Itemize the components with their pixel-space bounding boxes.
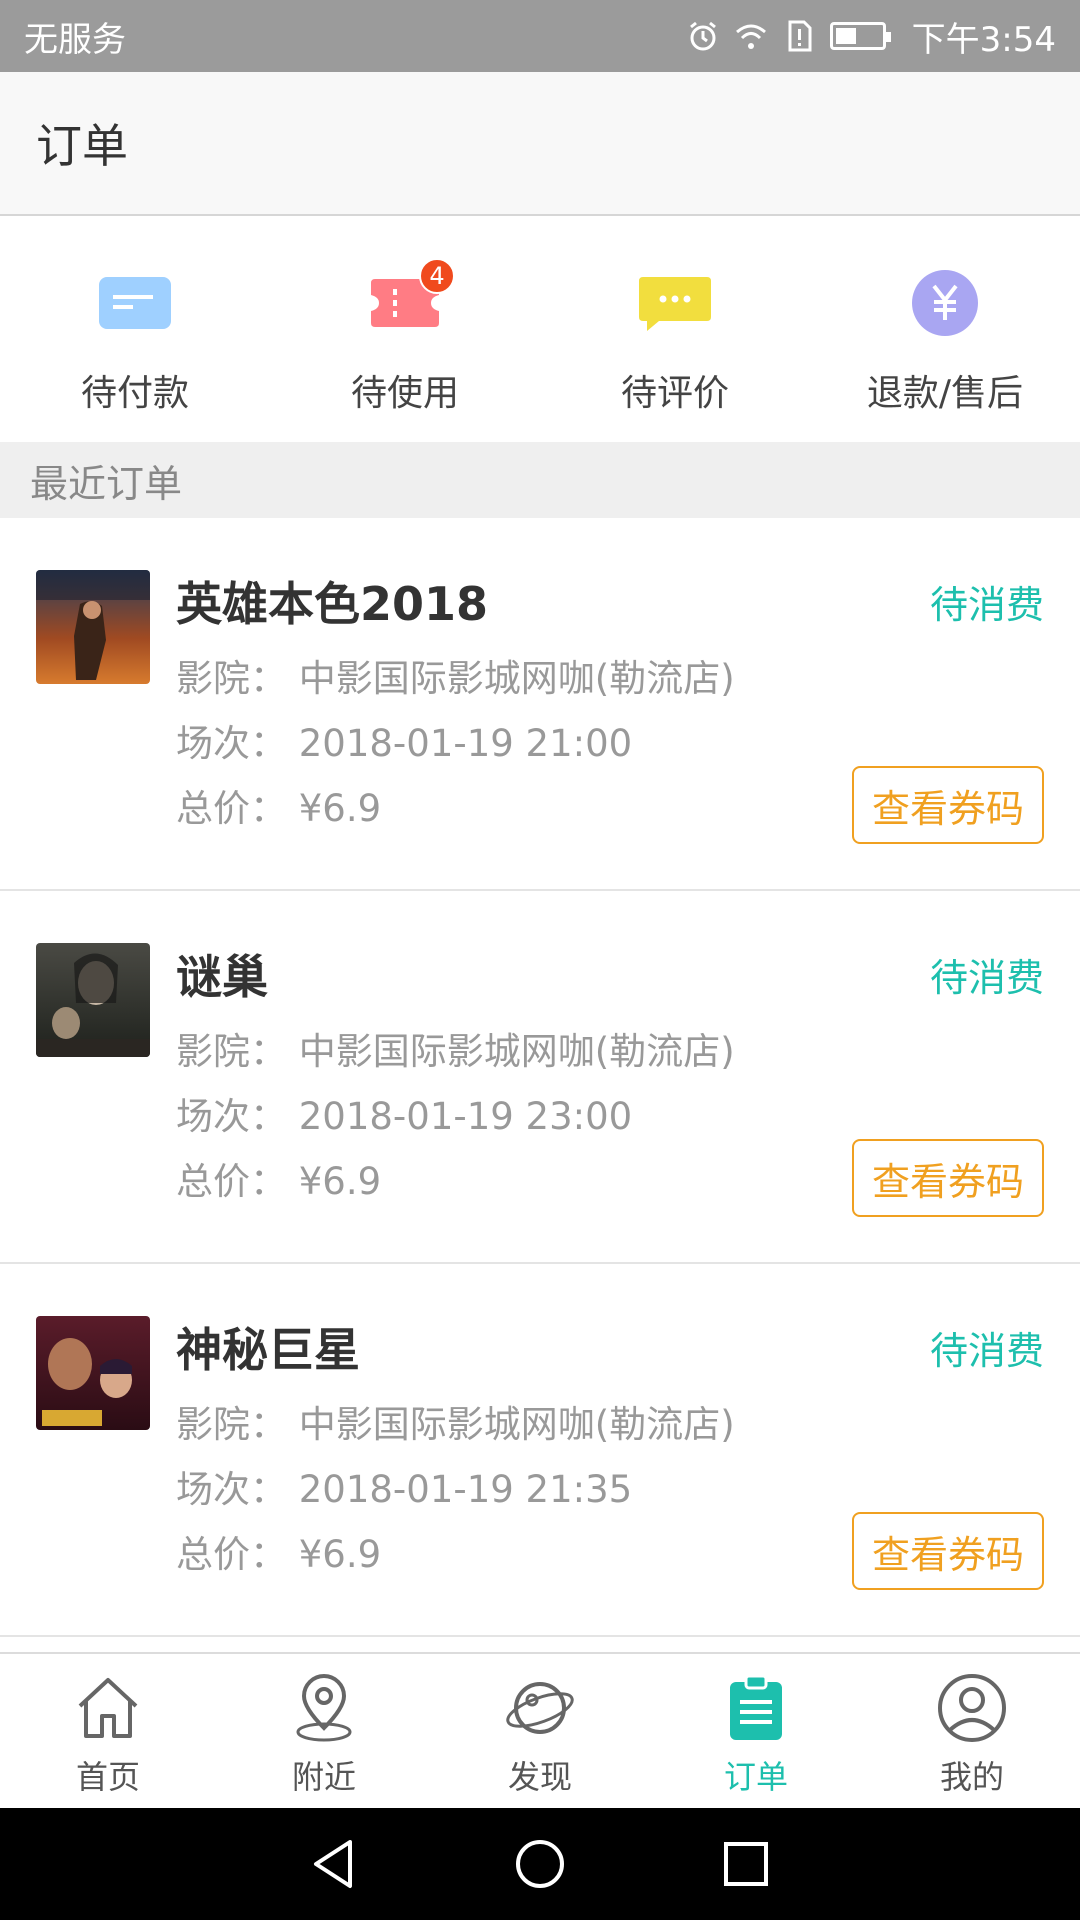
recent-orders-header: 最近订单: [0, 442, 1080, 518]
user-icon: [938, 1674, 1006, 1742]
view-ticket-code-button[interactable]: 查看券码: [852, 1139, 1044, 1217]
planet-icon: [506, 1682, 574, 1734]
category-pending-payment[interactable]: 待付款: [0, 222, 270, 442]
carrier-text: 无服务: [24, 19, 126, 60]
tab-label: 发现: [507, 1758, 572, 1796]
tab-label: 订单: [723, 1758, 788, 1796]
tab-home[interactable]: 首页: [0, 1654, 216, 1808]
tab-profile[interactable]: 我的: [864, 1654, 1080, 1808]
tab-label: 我的: [939, 1758, 1004, 1796]
pending-count-badge: 4: [419, 258, 455, 294]
movie-poster-image: [36, 570, 150, 684]
alarm-icon: [689, 21, 716, 51]
sim-alert-icon: [788, 20, 812, 52]
yen-icon: [907, 270, 983, 336]
category-refund[interactable]: 退款/售后: [810, 222, 1080, 442]
price-text: 总价： ¥6.9: [176, 1533, 382, 1576]
comment-icon: [637, 270, 713, 336]
order-item[interactable]: 谜巢 待消费 影院： 中影国际影城网咖(勒流店) 场次： 2018-01-19 …: [0, 891, 1080, 1264]
movie-title: 神秘巨星: [176, 1323, 360, 1377]
ticket-icon: 4: [367, 258, 455, 336]
recents-icon[interactable]: [718, 1836, 774, 1892]
page-title: 订单: [36, 119, 128, 173]
price-text: 总价： ¥6.9: [176, 787, 382, 830]
system-nav-bar: [0, 1808, 1080, 1920]
wallet-icon: [97, 270, 173, 336]
showtime-text: 场次： 2018-01-19 21:00: [176, 722, 633, 765]
category-to-use[interactable]: 4 待使用: [270, 222, 540, 442]
movie-title: 英雄本色2018: [176, 577, 489, 631]
category-label: 退款/售后: [866, 373, 1024, 414]
tab-label: 附近: [291, 1758, 356, 1796]
showtime-text: 场次： 2018-01-19 23:00: [176, 1095, 633, 1138]
order-item[interactable]: 英雄本色2018 待消费 影院： 中影国际影城网咖(勒流店) 场次： 2018-…: [0, 518, 1080, 891]
category-label: 待付款: [80, 373, 189, 414]
tab-discover[interactable]: 发现: [432, 1654, 648, 1808]
clock-text: 下午3:54: [911, 19, 1056, 60]
cinema-text: 影院： 中影国际影城网咖(勒流店): [176, 657, 735, 700]
cinema-text: 影院： 中影国际影城网咖(勒流店): [176, 1030, 735, 1073]
location-pin-icon: [296, 1674, 352, 1742]
bottom-tab-bar: 首页 附近 发现 订单 我的: [0, 1652, 1080, 1808]
price-text: 总价： ¥6.9: [176, 1160, 382, 1203]
back-icon[interactable]: [306, 1836, 362, 1892]
category-label: 待评价: [620, 373, 729, 414]
order-status: 待消费: [929, 956, 1044, 1000]
tab-orders[interactable]: 订单: [648, 1654, 864, 1808]
section-title: 最近订单: [30, 461, 183, 506]
category-label: 待使用: [350, 373, 459, 414]
order-status: 待消费: [929, 1329, 1044, 1373]
movie-title: 谜巢: [176, 950, 268, 1004]
status-bar: 无服务 下午3:54: [0, 0, 1080, 72]
tab-label: 首页: [75, 1758, 140, 1796]
clipboard-icon: [730, 1674, 782, 1740]
movie-poster-image: [36, 943, 150, 1057]
cinema-text: 影院： 中影国际影城网咖(勒流店): [176, 1403, 735, 1446]
tab-nearby[interactable]: 附近: [216, 1654, 432, 1808]
category-to-review[interactable]: 待评价: [540, 222, 810, 442]
order-status: 待消费: [929, 583, 1044, 627]
view-ticket-code-button[interactable]: 查看券码: [852, 1512, 1044, 1590]
movie-poster-image: [36, 1316, 150, 1430]
view-ticket-code-button[interactable]: 查看券码: [852, 766, 1044, 844]
showtime-text: 场次： 2018-01-19 21:35: [176, 1468, 633, 1511]
order-item[interactable]: 神秘巨星 待消费 影院： 中影国际影城网咖(勒流店) 场次： 2018-01-1…: [0, 1264, 1080, 1637]
order-list: 英雄本色2018 待消费 影院： 中影国际影城网咖(勒流店) 场次： 2018-…: [0, 518, 1080, 1652]
home-icon: [78, 1678, 138, 1738]
battery-icon: [829, 22, 891, 50]
home-circle-icon[interactable]: [512, 1836, 568, 1892]
order-category-row: 待付款 4 待使用 待评价 退款/售后: [0, 222, 1080, 442]
app-header: 订单: [0, 72, 1080, 216]
wifi-icon: [735, 24, 766, 49]
